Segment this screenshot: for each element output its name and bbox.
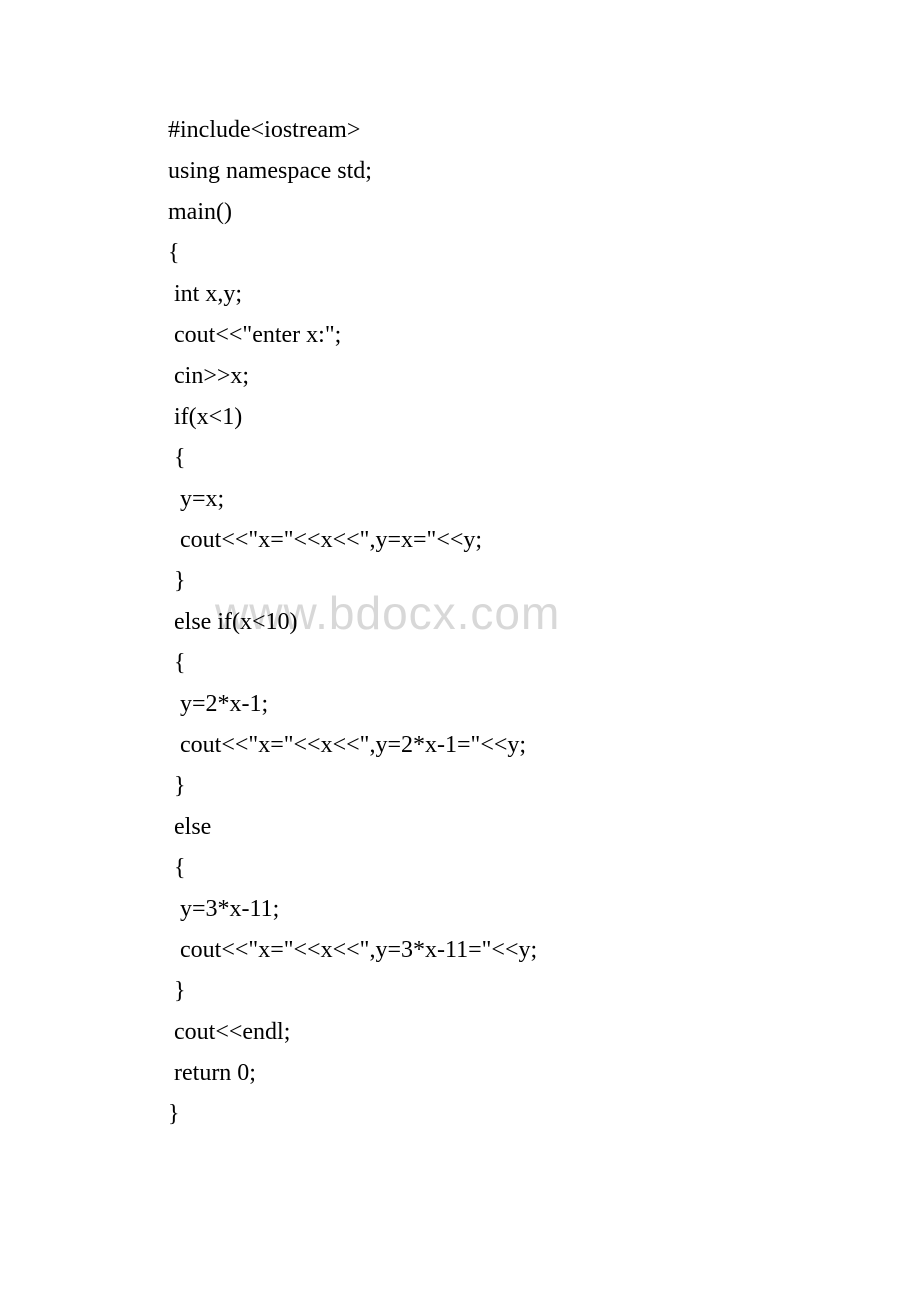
code-line: { — [168, 643, 920, 684]
code-line: cout<<"enter x:"; — [168, 315, 920, 356]
code-line: else — [168, 807, 920, 848]
code-line: cout<<"x="<<x<<",y=x="<<y; — [168, 520, 920, 561]
code-line: y=x; — [168, 479, 920, 520]
code-line: y=3*x-11; — [168, 889, 920, 930]
code-block: #include<iostream> using namespace std; … — [168, 110, 920, 1135]
code-line: #include<iostream> — [168, 110, 920, 151]
code-line: } — [168, 971, 920, 1012]
code-line: { — [168, 848, 920, 889]
code-line: } — [168, 561, 920, 602]
code-line: using namespace std; — [168, 151, 920, 192]
code-line: } — [168, 1094, 920, 1135]
code-line: cout<<"x="<<x<<",y=2*x-1="<<y; — [168, 725, 920, 766]
code-line: { — [168, 438, 920, 479]
code-line: { — [168, 233, 920, 274]
code-line: cin>>x; — [168, 356, 920, 397]
code-line: return 0; — [168, 1053, 920, 1094]
code-line: cout<<"x="<<x<<",y=3*x-11="<<y; — [168, 930, 920, 971]
code-line: main() — [168, 192, 920, 233]
code-line: y=2*x-1; — [168, 684, 920, 725]
code-line: } — [168, 766, 920, 807]
code-line: else if(x<10) — [168, 602, 920, 643]
document-page: www.bdocx.com #include<iostream> using n… — [0, 0, 920, 1135]
code-line: if(x<1) — [168, 397, 920, 438]
code-line: int x,y; — [168, 274, 920, 315]
code-line: cout<<endl; — [168, 1012, 920, 1053]
